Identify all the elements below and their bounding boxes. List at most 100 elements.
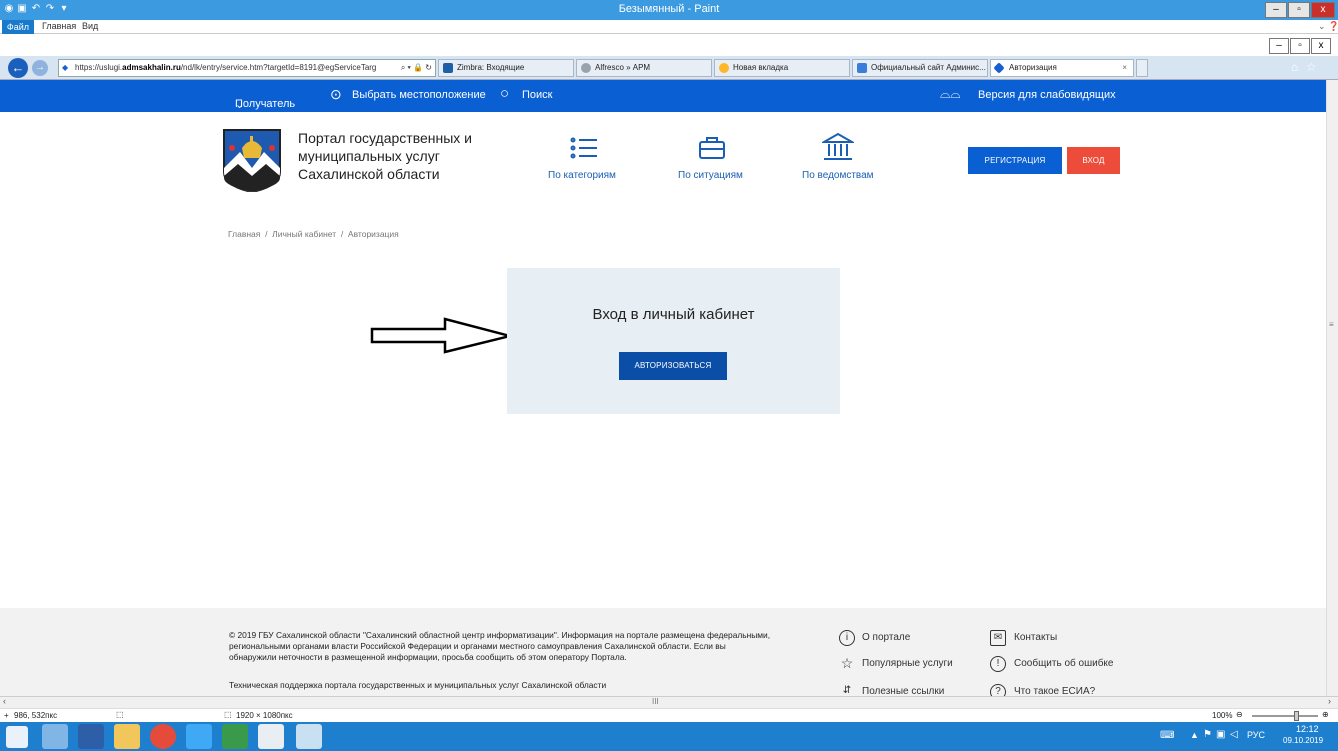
paint-status-bar: + 986, 532пкс ⬚ ⬚ 1920 × 1080пкс 100% ⊖ … <box>0 708 1338 722</box>
scrollbar-grip-icon: ≡ <box>1329 320 1334 329</box>
zoom-out-icon[interactable]: ⊖ <box>1236 710 1243 719</box>
server-manager-icon[interactable] <box>42 724 68 749</box>
login-button[interactable]: Вход <box>1067 147 1120 174</box>
start-button-icon[interactable] <box>6 726 28 748</box>
scroll-left-icon[interactable]: ‹ <box>3 696 6 706</box>
breadcrumb[interactable]: Главная / Личный кабинет / Авторизация <box>228 229 399 239</box>
back-icon[interactable]: ← <box>8 58 28 78</box>
tab-view[interactable]: Вид <box>82 21 98 31</box>
url-prefix: https://uslugi. <box>75 63 123 72</box>
network-icon[interactable]: ▣ <box>1216 729 1225 740</box>
volume-icon[interactable]: ◁ <box>1230 729 1238 740</box>
info-icon[interactable]: i <box>839 630 855 646</box>
site-favicon-icon: ◆ <box>62 63 69 72</box>
internet-explorer-icon[interactable] <box>186 724 212 749</box>
browser-maximize-button[interactable]: ▫ <box>1290 38 1310 54</box>
tab-admin-site[interactable]: Официальный сайт Админис... <box>852 59 988 77</box>
windows-taskbar: ⌨ ▲ ⚑ ▣ ◁ РУС 12:12 09.10.2019 <box>0 722 1338 751</box>
tab-label: Официальный сайт Админис... <box>871 63 986 72</box>
footer-popular-link[interactable]: Популярные услуги <box>862 658 953 669</box>
departments-building-icon[interactable] <box>822 132 854 162</box>
register-button[interactable]: Регистрация <box>968 147 1062 174</box>
authorize-button[interactable]: Авторизоваться <box>619 352 727 380</box>
chevron-down-icon: ⌄ <box>235 99 245 111</box>
image-size: 1920 × 1080пкс <box>236 711 293 720</box>
close-button[interactable]: x <box>1311 2 1335 18</box>
clock-date[interactable]: 09.10.2019 <box>1283 736 1323 745</box>
zimbra-icon <box>443 63 453 73</box>
minimize-button[interactable]: – <box>1265 2 1287 18</box>
scroll-right-icon[interactable]: › <box>1328 696 1331 706</box>
footer-report-link[interactable]: Сообщить об ошибке <box>1014 658 1113 669</box>
search-link[interactable]: Поиск <box>522 89 552 101</box>
envelope-icon[interactable]: ✉ <box>990 630 1006 646</box>
nav-by-situations[interactable]: По ситуациям <box>678 170 743 181</box>
footer-copyright-line3: обнаружили неточности в размещенной инфо… <box>229 652 627 662</box>
situations-briefcase-icon[interactable] <box>698 136 726 160</box>
tray-expand-icon[interactable]: ▲ <box>1190 730 1199 740</box>
address-bar[interactable]: ◆ https://uslugi.admsakhalin.ru/nd/lk/en… <box>58 59 436 77</box>
forward-icon[interactable]: → <box>32 60 48 76</box>
favorites-star-icon[interactable]: ☆ <box>1306 60 1317 74</box>
location-pin-icon[interactable]: ⊙ <box>330 86 342 103</box>
nav-by-departments[interactable]: По ведомствам <box>802 170 874 181</box>
portal-title-line1: Портал государственных и <box>298 130 473 146</box>
help-icon[interactable]: ❓ <box>1328 21 1338 32</box>
zoom-slider[interactable] <box>1252 715 1318 717</box>
tab-file[interactable]: Файл <box>2 20 34 34</box>
browser-close-button[interactable]: x <box>1311 38 1331 54</box>
cursor-position-icon: + <box>4 711 9 720</box>
clock-time[interactable]: 12:12 <box>1296 724 1319 734</box>
portal-title-line3: Сахалинской области <box>298 166 440 182</box>
search-icon[interactable]: ○ <box>500 85 509 102</box>
star-icon[interactable]: ☆ <box>839 656 855 672</box>
choose-location-link[interactable]: Выбрать местоположение <box>352 89 486 101</box>
browser-toolbar: ← → ◆ https://uslugi.admsakhalin.ru/nd/l… <box>0 56 1338 80</box>
sakhalin-coat-of-arms-icon[interactable] <box>220 128 284 192</box>
footer-about-link[interactable]: О портале <box>862 632 910 643</box>
cursor-coordinates: 986, 532пкс <box>14 711 58 720</box>
tab-new[interactable]: Новая вкладка <box>714 59 850 77</box>
footer-copyright-line1: © 2019 ГБУ Сахалинской области "Сахалинс… <box>229 630 771 640</box>
ribbon-collapse-icon[interactable]: ⌄ <box>1318 21 1326 32</box>
exclamation-icon[interactable]: ! <box>990 656 1006 672</box>
flag-icon[interactable]: ⚑ <box>1203 729 1212 740</box>
powershell-icon[interactable] <box>78 724 104 749</box>
language-indicator[interactable]: РУС <box>1247 730 1265 740</box>
nav-by-categories[interactable]: По категориям <box>548 170 616 181</box>
spreadsheet-app-icon[interactable] <box>222 724 248 749</box>
tab-label: Авторизация <box>1009 63 1057 72</box>
vertical-scrollbar[interactable]: ≡ <box>1326 80 1338 696</box>
keyboard-icon[interactable]: ⌨ <box>1160 730 1174 741</box>
maximize-button[interactable]: ▫ <box>1288 2 1310 18</box>
home-icon[interactable]: ⌂ <box>1291 60 1298 74</box>
chrome-icon[interactable] <box>150 724 176 749</box>
tab-home[interactable]: Главная <box>42 21 76 31</box>
tab-label: Zimbra: Входящие <box>457 63 525 72</box>
tab-zimbra[interactable]: Zimbra: Входящие <box>438 59 574 77</box>
categories-list-icon[interactable] <box>569 136 599 162</box>
file-explorer-icon[interactable] <box>114 724 140 749</box>
low-vision-link[interactable]: Версия для слабовидящих <box>978 89 1116 101</box>
tab-close-icon[interactable]: × <box>1122 60 1127 76</box>
paint-ribbon-tabs: Файл Главная Вид ⌄ ❓ <box>0 20 1338 34</box>
alfresco-icon <box>581 63 591 73</box>
zoom-slider-thumb[interactable] <box>1294 711 1299 721</box>
zoom-in-icon[interactable]: ⊕ <box>1322 710 1329 719</box>
writer-app-icon[interactable] <box>258 724 284 749</box>
address-tools-icons[interactable]: ⌕ ▾ 🔒 ↻ <box>396 60 432 76</box>
paint-app-taskbar-icon[interactable] <box>296 724 322 749</box>
tab-label: Новая вкладка <box>733 63 789 72</box>
image-size-icon: ⬚ <box>224 710 232 719</box>
browser-minimize-button[interactable]: – <box>1269 38 1289 54</box>
tab-alfresco[interactable]: Alfresco » АРМ <box>576 59 712 77</box>
portal-title-line2: муниципальных услуг <box>298 148 440 164</box>
selection-size-icon: ⬚ <box>116 710 124 719</box>
footer-contacts-link[interactable]: Контакты <box>1014 632 1057 643</box>
scroll-grip-icon: III <box>652 697 659 706</box>
glasses-icon[interactable]: ⌓⌓ <box>940 86 961 102</box>
tab-authorization[interactable]: Авторизация × <box>990 59 1134 77</box>
new-tab-button[interactable] <box>1136 59 1148 77</box>
horizontal-scrollbar[interactable]: ‹ III › <box>0 696 1338 708</box>
footer-support: Техническая поддержка портала государств… <box>229 680 607 690</box>
